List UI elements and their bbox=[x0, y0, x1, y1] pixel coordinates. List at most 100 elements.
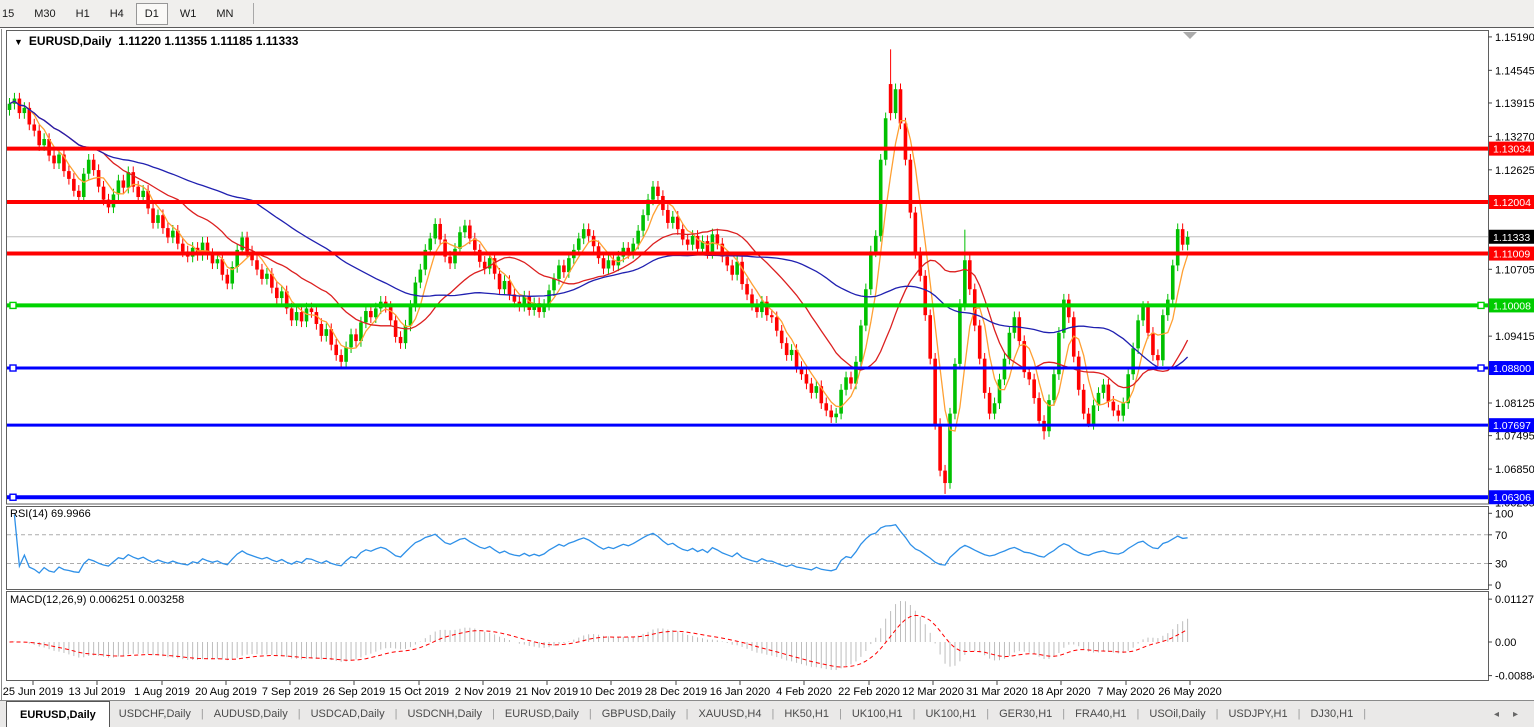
chart-tab-UK100-H1[interactable]: UK100,H1 bbox=[843, 701, 912, 727]
ma-fast-line bbox=[9, 100, 1189, 432]
svg-text:22 Feb 2020: 22 Feb 2020 bbox=[838, 686, 900, 698]
svg-text:7 Sep 2019: 7 Sep 2019 bbox=[262, 686, 318, 698]
svg-text:-0.008845: -0.008845 bbox=[1495, 671, 1534, 683]
rsi-panel-border bbox=[6, 506, 1489, 590]
hline-handle bbox=[9, 493, 17, 501]
svg-text:1.13270: 1.13270 bbox=[1495, 131, 1534, 143]
chart-tab-USOil-Daily[interactable]: USOil,Daily bbox=[1140, 701, 1214, 727]
svg-text:1.07697: 1.07697 bbox=[1493, 420, 1531, 432]
chart-tab-USDCNH-Daily[interactable]: USDCNH,Daily bbox=[398, 701, 491, 727]
rsi-axis-labels: 100 70 30 0 bbox=[1488, 508, 1513, 592]
chart-tab-UK100-H1[interactable]: UK100,H1 bbox=[916, 701, 985, 727]
chart-tab-USDJPY-H1[interactable]: USDJPY,H1 bbox=[1219, 701, 1296, 727]
toolbar-separator bbox=[253, 3, 255, 24]
chart-tab-DJ30-H1[interactable]: DJ30,H1 bbox=[1301, 701, 1362, 727]
svg-text:1.06850: 1.06850 bbox=[1495, 464, 1534, 476]
svg-text:70: 70 bbox=[1495, 530, 1507, 542]
timeframe-button-MN[interactable]: MN bbox=[208, 3, 241, 25]
svg-text:1.09415: 1.09415 bbox=[1495, 331, 1534, 343]
hline-1.08800[interactable] bbox=[7, 364, 1488, 372]
chart-tabs: EURUSD,Daily USDCHF,Daily | AUDUSD,Daily | US… bbox=[0, 700, 1534, 727]
macd-panel-border bbox=[6, 591, 1489, 681]
candles-group bbox=[7, 49, 1190, 494]
svg-text:7 May 2020: 7 May 2020 bbox=[1097, 686, 1154, 698]
chart-tab-USDCAD-Daily[interactable]: USDCAD,Daily bbox=[302, 701, 394, 727]
svg-text:0.00: 0.00 bbox=[1495, 637, 1516, 649]
svg-text:25 Jun 2019: 25 Jun 2019 bbox=[3, 686, 64, 698]
timeframe-button-15[interactable]: 15 bbox=[0, 3, 22, 25]
timeframe-button-W1[interactable]: W1 bbox=[172, 3, 205, 25]
timeframe-button-M30[interactable]: M30 bbox=[26, 3, 63, 25]
chart-symbol: EURUSD,Daily bbox=[28, 34, 112, 48]
svg-text:20 Aug 2019: 20 Aug 2019 bbox=[195, 686, 257, 698]
chart-tab-EURUSD-Daily[interactable]: EURUSD,Daily bbox=[6, 701, 110, 727]
svg-text:1.10705: 1.10705 bbox=[1495, 264, 1534, 276]
price-chart[interactable]: 1.15190 1.14545 1.13915 1.13270 1.12625 1.107… bbox=[0, 0, 1534, 700]
price-badge-1.07697: 1.07697 bbox=[1489, 418, 1534, 433]
rsi-line bbox=[13, 514, 1188, 574]
chart-tab-GER30-H1[interactable]: GER30,H1 bbox=[990, 701, 1061, 727]
svg-text:1 Aug 2019: 1 Aug 2019 bbox=[134, 686, 190, 698]
price-axis-labels: 1.15190 1.14545 1.13915 1.13270 1.12625 1.107… bbox=[1488, 32, 1534, 509]
svg-text:1.06306: 1.06306 bbox=[1493, 492, 1531, 504]
chart-tab-EURUSD-Daily[interactable]: EURUSD,Daily bbox=[496, 701, 588, 727]
macd-axis-labels: 0.011277 0.00 -0.008845 bbox=[1488, 594, 1534, 683]
svg-text:1.12625: 1.12625 bbox=[1495, 165, 1534, 177]
svg-text:26 Sep 2019: 26 Sep 2019 bbox=[323, 686, 385, 698]
svg-text:21 Nov 2019: 21 Nov 2019 bbox=[516, 686, 578, 698]
chart-title: ▼ EURUSD,Daily 1.11220 1.11355 1.11185 1.… bbox=[14, 34, 298, 48]
svg-text:1.11333: 1.11333 bbox=[1493, 232, 1530, 244]
price-badge-1.12004: 1.12004 bbox=[1489, 194, 1534, 209]
chart-tab-HK50-H1[interactable]: HK50,H1 bbox=[775, 701, 838, 727]
tab-separator: | bbox=[1363, 708, 1367, 720]
svg-text:10 Dec 2019: 10 Dec 2019 bbox=[580, 686, 642, 698]
svg-text:1.11009: 1.11009 bbox=[1493, 249, 1530, 261]
tab-scroll-arrows[interactable]: ◂ ▸ bbox=[1478, 701, 1534, 727]
svg-text:12 Mar 2020: 12 Mar 2020 bbox=[902, 686, 964, 698]
svg-text:13 Jul 2019: 13 Jul 2019 bbox=[69, 686, 126, 698]
chart-tab-AUDUSD-Daily[interactable]: AUDUSD,Daily bbox=[205, 701, 297, 727]
tab-scroll-left-icon[interactable]: ◂ bbox=[1494, 709, 1499, 720]
price-badge-1.13034: 1.13034 bbox=[1489, 141, 1534, 156]
hline-handle bbox=[1477, 364, 1485, 372]
symbol-dropdown-icon[interactable]: ▼ bbox=[14, 37, 23, 47]
svg-text:1.08800: 1.08800 bbox=[1493, 363, 1531, 375]
chart-tab-USDCHF-Daily[interactable]: USDCHF,Daily bbox=[110, 701, 200, 727]
chart-shift-marker-icon[interactable] bbox=[1183, 32, 1197, 39]
svg-text:1.10008: 1.10008 bbox=[1493, 300, 1531, 312]
trading-terminal: 15 M30 H1 H4 D1 W1 MN 1.15190 1.14545 1.13915 1.1… bbox=[0, 0, 1534, 727]
price-badge-1.10008: 1.10008 bbox=[1489, 298, 1534, 313]
svg-text:0.011277: 0.011277 bbox=[1495, 594, 1534, 606]
svg-text:1.08125: 1.08125 bbox=[1495, 398, 1534, 410]
price-badge-1.06306: 1.06306 bbox=[1489, 490, 1534, 505]
price-badge-1.08800: 1.08800 bbox=[1489, 361, 1534, 376]
svg-text:18 Apr 2020: 18 Apr 2020 bbox=[1031, 686, 1090, 698]
svg-text:26 May 2020: 26 May 2020 bbox=[1158, 686, 1222, 698]
tab-scroll-right-icon[interactable]: ▸ bbox=[1513, 709, 1518, 720]
chart-tab-FRA40-H1[interactable]: FRA40,H1 bbox=[1066, 701, 1135, 727]
svg-text:31 Mar 2020: 31 Mar 2020 bbox=[966, 686, 1028, 698]
svg-text:0: 0 bbox=[1495, 580, 1501, 592]
svg-text:1.12004: 1.12004 bbox=[1493, 197, 1531, 209]
svg-text:16 Jan 2020: 16 Jan 2020 bbox=[710, 686, 771, 698]
ma-slow-line bbox=[9, 100, 1189, 370]
current-price-badge: 1.11333 bbox=[1489, 229, 1534, 244]
chart-ohlc-values: 1.11220 1.11355 1.11185 1.11333 bbox=[118, 34, 299, 48]
svg-text:1.07495: 1.07495 bbox=[1495, 431, 1534, 443]
hline-1.10008[interactable] bbox=[7, 301, 1488, 310]
macd-label: MACD(12,26,9) 0.006251 0.003258 bbox=[10, 594, 185, 606]
timeframe-button-D1[interactable]: D1 bbox=[135, 2, 168, 25]
price-badge-1.11009: 1.11009 bbox=[1489, 246, 1534, 261]
timeframe-button-H4[interactable]: H4 bbox=[102, 3, 132, 25]
chart-tab-GBPUSD-Daily[interactable]: GBPUSD,Daily bbox=[593, 701, 685, 727]
svg-text:100: 100 bbox=[1495, 508, 1513, 520]
svg-text:1.13034: 1.13034 bbox=[1493, 144, 1531, 156]
timeframe-button-H1[interactable]: H1 bbox=[68, 3, 98, 25]
hline-1.06306[interactable] bbox=[7, 493, 1488, 501]
chart-tab-XAUUSD-H4[interactable]: XAUUSD,H4 bbox=[690, 701, 771, 727]
hline-handle bbox=[1477, 301, 1485, 310]
rsi-label: RSI(14) 69.9966 bbox=[10, 508, 91, 520]
svg-text:15 Oct 2019: 15 Oct 2019 bbox=[389, 686, 449, 698]
svg-text:1.14545: 1.14545 bbox=[1495, 65, 1534, 77]
hline-handle bbox=[9, 301, 17, 310]
